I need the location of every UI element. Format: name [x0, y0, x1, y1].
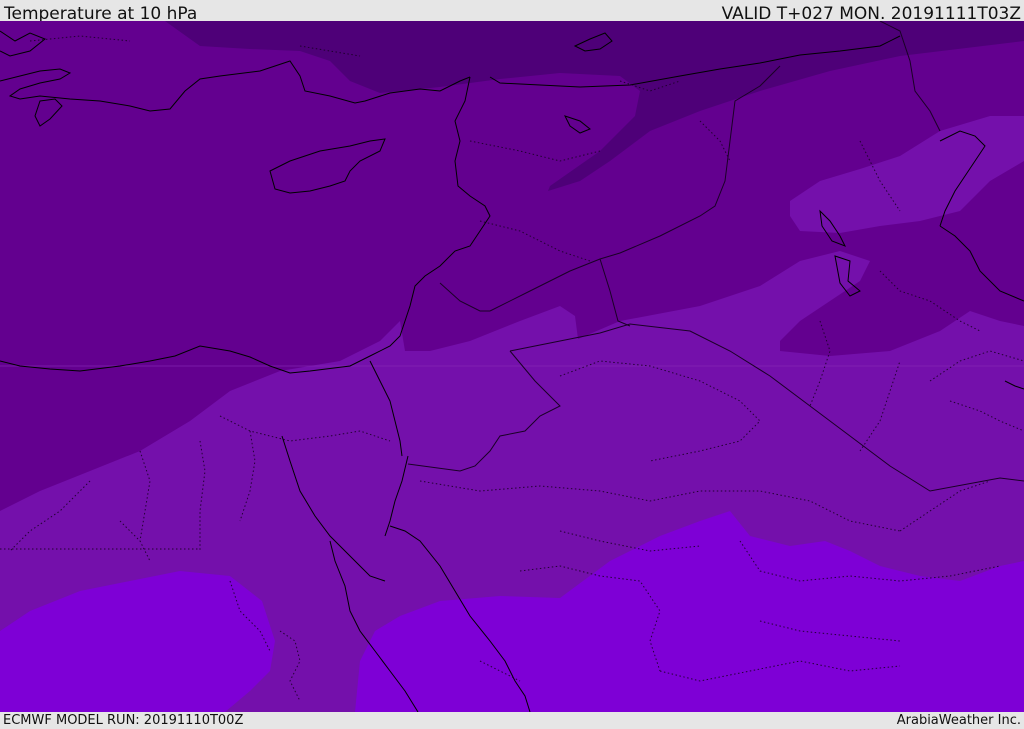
temperature-map[interactable] [0, 21, 1024, 712]
header-bar: Temperature at 10 hPa VALID T+027 MON. 2… [0, 0, 1024, 24]
credit: ArabiaWeather Inc. [896, 713, 1021, 728]
model-run: ECMWF MODEL RUN: 20191110T00Z [3, 713, 244, 728]
footer-bar: ECMWF MODEL RUN: 20191110T00Z ArabiaWeat… [0, 712, 1024, 729]
